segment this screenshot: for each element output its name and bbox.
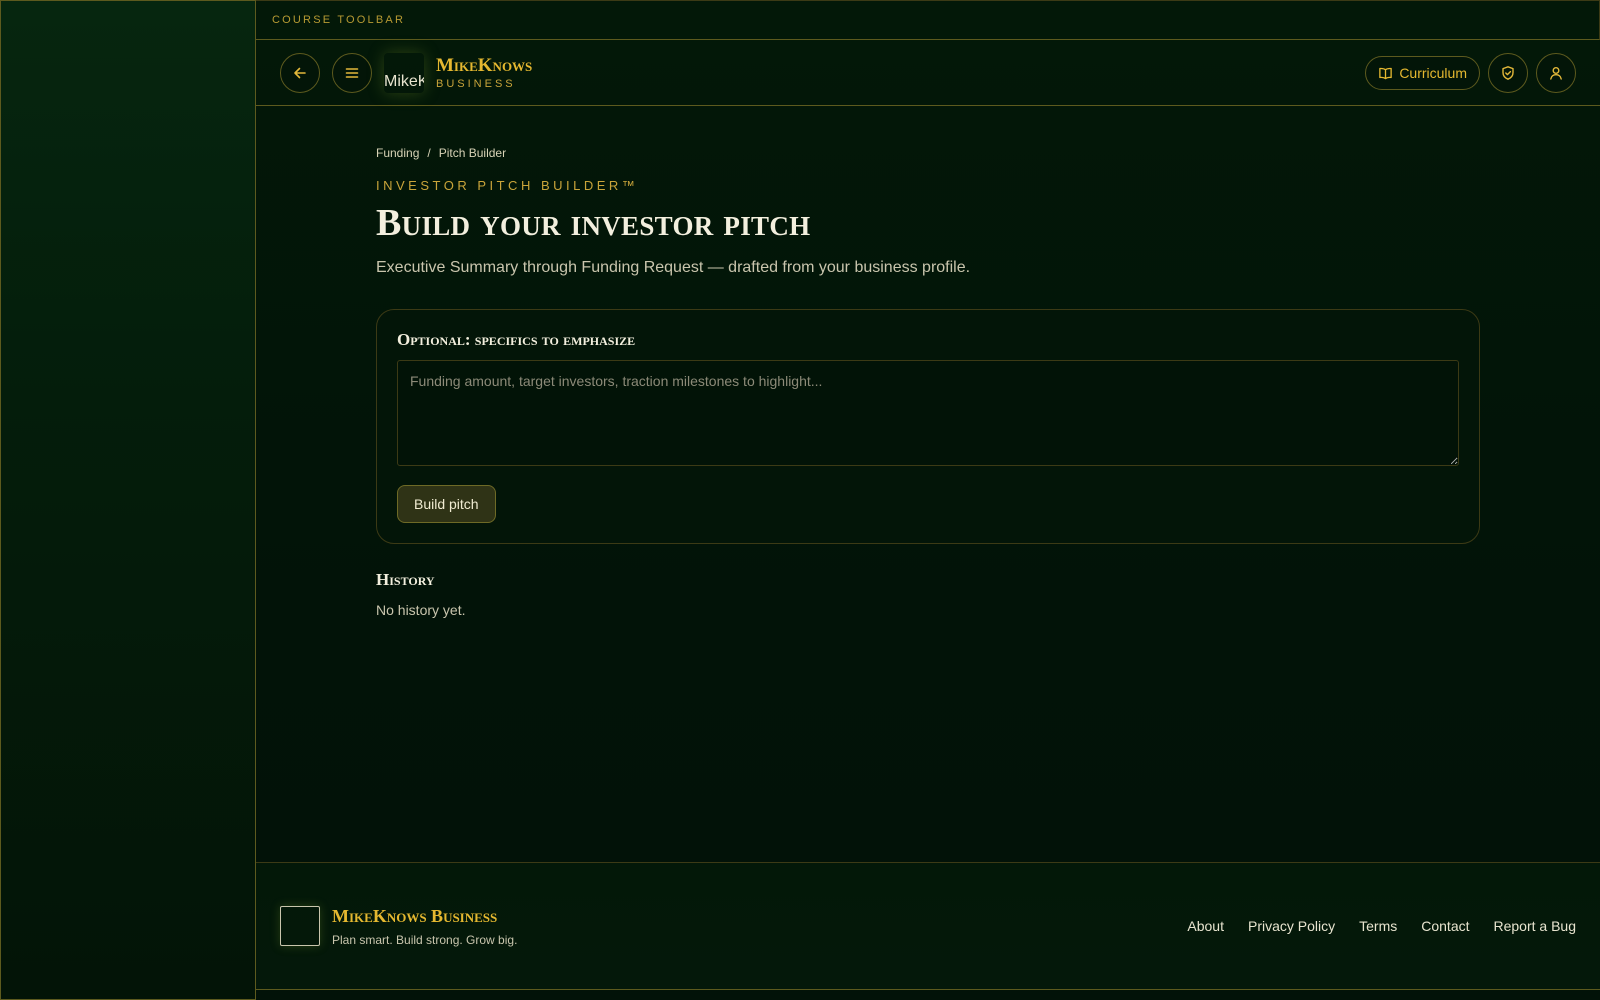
toolbar-label: COURSE TOOLBAR [272, 14, 406, 26]
page-title: Build your investor pitch [376, 202, 811, 244]
menu-button[interactable] [332, 52, 372, 93]
build-pitch-button[interactable]: Build pitch [397, 485, 496, 523]
footer: MikeKnows Business Plan smart. Build str… [256, 862, 1600, 990]
footer-links: About Privacy Policy Terms Contact Repor… [1187, 918, 1576, 934]
page-content: Funding / Pitch Builder INVESTOR PITCH B… [376, 146, 1480, 618]
course-toolbar: COURSE TOOLBAR [256, 0, 1600, 40]
footer-logo [280, 906, 320, 946]
book-icon [1379, 67, 1393, 79]
footer-brand-name: MikeKnows Business [332, 905, 498, 926]
footer-link-about[interactable]: About [1187, 918, 1224, 934]
footer-link-privacy[interactable]: Privacy Policy [1248, 918, 1335, 934]
profile-button[interactable] [1536, 53, 1576, 93]
history-title: History [376, 570, 435, 589]
curriculum-button[interactable]: Curriculum [1365, 56, 1480, 90]
user-icon [1550, 67, 1562, 80]
arrow-left-icon [294, 67, 306, 78]
brand-name: MikeKnows [436, 54, 533, 76]
admin-button[interactable] [1488, 53, 1528, 93]
sidebar [0, 0, 256, 1000]
back-button[interactable] [280, 52, 320, 93]
footer-link-contact[interactable]: Contact [1421, 918, 1469, 934]
breadcrumb: Funding / Pitch Builder [376, 146, 1480, 160]
brand-subtitle: BUSINESS [436, 77, 516, 90]
footer-link-report-bug[interactable]: Report a Bug [1494, 918, 1577, 934]
page-eyebrow: INVESTOR PITCH BUILDER™ [376, 178, 639, 193]
shield-check-icon [1502, 66, 1514, 80]
header-actions: Curriculum [1365, 53, 1576, 93]
breadcrumb-funding[interactable]: Funding [376, 146, 419, 160]
form-title: Optional: specifics to emphasize [397, 330, 636, 349]
breadcrumb-pitch-builder: Pitch Builder [438, 146, 507, 160]
breadcrumb-separator: / [427, 146, 431, 160]
logo-alt-text: MikeKnows [384, 72, 424, 90]
pitch-form-card: Optional: specifics to emphasize Build p… [376, 309, 1480, 544]
specifics-textarea[interactable] [397, 360, 1459, 466]
logo[interactable]: MikeKnows [384, 53, 424, 93]
footer-tagline: Plan smart. Build strong. Grow big. [332, 932, 518, 947]
header: MikeKnows MikeKnows BUSINESS Curriculum [256, 40, 1600, 106]
brand[interactable]: MikeKnows BUSINESS [436, 54, 533, 90]
main-area: COURSE TOOLBAR MikeKnows MikeKnows BUSIN… [256, 0, 1600, 1000]
history-empty-text: No history yet. [376, 602, 466, 618]
menu-icon [345, 67, 359, 78]
page-subtitle: Executive Summary through Funding Reques… [376, 259, 971, 276]
footer-brand: MikeKnows Business Plan smart. Build str… [332, 906, 517, 947]
footer-link-terms[interactable]: Terms [1359, 918, 1397, 934]
curriculum-label: Curriculum [1399, 65, 1467, 81]
